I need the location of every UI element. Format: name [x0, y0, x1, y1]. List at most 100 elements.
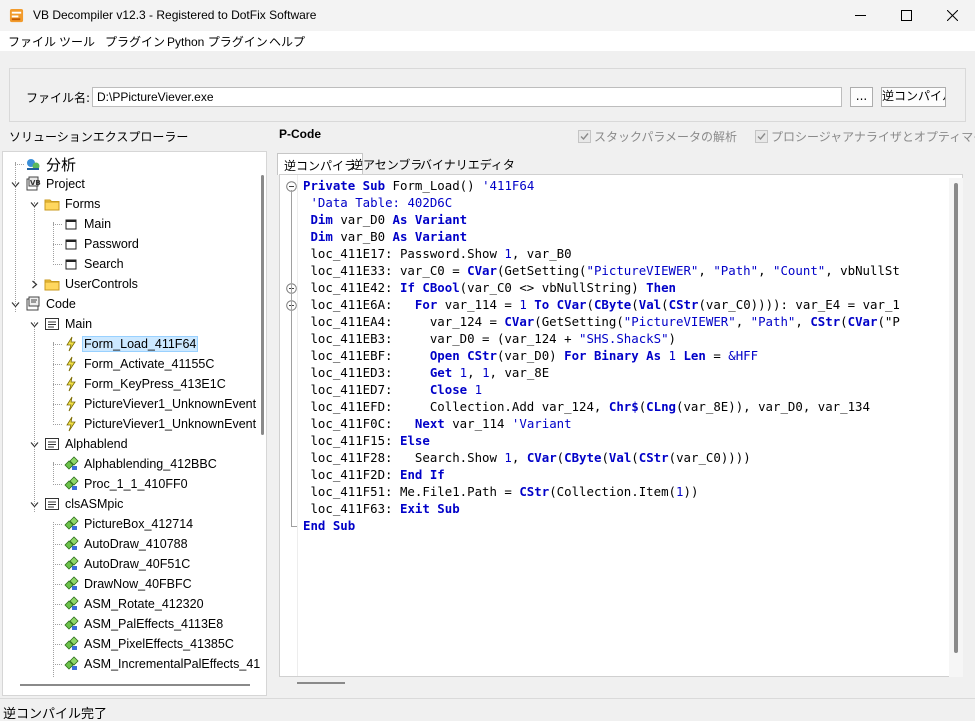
code-token: var_114 =	[444, 297, 520, 312]
tree-item[interactable]: Form_Activate_41155C	[63, 354, 216, 374]
tree-item[interactable]: Main	[63, 214, 113, 234]
tree-item[interactable]: PictureBox_412714	[63, 514, 195, 534]
proc-analyzer-label: プロシージャアナライザとオプティマイザ	[771, 130, 975, 144]
event-icon	[66, 396, 76, 412]
fold-guide-line	[291, 526, 297, 527]
decompile-button[interactable]: 逆コンパイル	[881, 87, 946, 107]
code-token: 1	[474, 382, 483, 397]
tree-item[interactable]: Alphablend	[44, 434, 130, 454]
code-token: ,	[511, 450, 527, 465]
stack-params-checkbox[interactable]: スタックパラメータの解析	[578, 128, 737, 145]
code-token: (	[661, 297, 669, 312]
tree-item[interactable]: PictureViever1_UnknownEvent	[63, 414, 258, 434]
tree-item[interactable]: Password	[63, 234, 141, 254]
tree-item-label: Project	[46, 177, 85, 191]
code-token: =	[713, 348, 729, 363]
code-token: Close	[429, 382, 475, 397]
proc-analyzer-checkbox[interactable]: プロシージャアナライザとオプティマイザ	[755, 128, 975, 145]
tree-item[interactable]: Forms	[44, 194, 102, 214]
module-icon	[45, 438, 59, 450]
pcode-label: P-Code	[279, 127, 321, 141]
tree-item[interactable]: AutoDraw_410788	[63, 534, 190, 554]
code-token: &HFF	[728, 348, 759, 363]
tree-item[interactable]: PictureViever1_UnknownEvent	[63, 394, 258, 414]
close-button[interactable]	[929, 0, 975, 31]
solution-tree[interactable]: 分析 VB Project Forms Main Password Search UserCo…	[2, 151, 267, 696]
tree-item[interactable]: Main	[44, 314, 94, 334]
menu-help[interactable]: ヘルプ	[269, 33, 305, 50]
code-token: '411F64	[482, 178, 535, 193]
code-vertical-scrollbar[interactable]	[949, 178, 963, 677]
code-token: CStr	[668, 297, 699, 312]
code-line: loc_411F28: Search.Show 1, CVar(CByte(Va…	[303, 450, 750, 467]
tree-item[interactable]: 分析	[25, 154, 78, 174]
code-token: loc_411E42:	[303, 280, 400, 295]
tree-item[interactable]: Code	[25, 294, 78, 314]
code-token: loc_411E33: var_C0 =	[303, 263, 468, 278]
tree-item[interactable]: Form_Load_411F64	[63, 334, 199, 354]
tree-item[interactable]: ASM_PixelEffects_41385C	[63, 634, 236, 654]
tree-item[interactable]: ASM_PalEffects_4113E8	[63, 614, 225, 634]
code-token: ,	[698, 263, 714, 278]
tree-item[interactable]: Form_KeyPress_413E1C	[63, 374, 228, 394]
tree-guide-line	[53, 344, 62, 345]
code-line: loc_411ED3: Get 1, 1, var_8E	[303, 365, 549, 382]
tree-item-label: Form_KeyPress_413E1C	[84, 377, 226, 391]
code-editor[interactable]: Private Sub Form_Load() '411F64 'Data Ta…	[279, 174, 963, 677]
code-token: 1	[504, 246, 512, 261]
code-token: , var_8E	[489, 365, 550, 380]
tree-item[interactable]: Search	[63, 254, 126, 274]
tree-item[interactable]: ASM_Rotate_412320	[63, 594, 206, 614]
code-token: Dim	[310, 212, 341, 227]
menu-file[interactable]: ファイル	[8, 33, 56, 50]
tree-vertical-scrollbar[interactable]	[261, 175, 264, 435]
code-token: (	[586, 297, 594, 312]
tree-item[interactable]: DrawNow_40FBFC	[63, 574, 194, 594]
tree-horizontal-scrollbar[interactable]	[20, 684, 250, 686]
code-token: Form_Load()	[392, 178, 483, 193]
code-token: If CBool	[399, 280, 460, 295]
code-line: loc_411E42: If CBool(var_C0 <> vbNullStr…	[303, 280, 676, 297]
module-icon	[45, 318, 59, 330]
minimize-icon	[854, 15, 866, 16]
tree-guide-line	[34, 322, 35, 512]
code-token: "Count"	[773, 263, 826, 278]
browse-button[interactable]: ...	[850, 87, 873, 107]
code-token: Dim	[310, 229, 341, 244]
svg-text:VB: VB	[30, 179, 41, 187]
tree-item-label: AutoDraw_410788	[84, 537, 188, 551]
code-token: , vbNullSt	[825, 263, 900, 278]
tree-item[interactable]: VB Project	[25, 174, 87, 194]
tree-item[interactable]: Proc_1_1_410FF0	[63, 474, 190, 494]
code-token: (Collection.Item(	[549, 484, 677, 499]
code-token: Else	[399, 433, 430, 448]
tree-item[interactable]: AutoDraw_40F51C	[63, 554, 192, 574]
tree-item[interactable]: UserControls	[44, 274, 140, 294]
tree-guide-line	[53, 624, 62, 625]
minimize-button[interactable]	[837, 0, 883, 31]
menu-python-plugins[interactable]: Python プラグイン	[167, 33, 268, 50]
tree-item[interactable]: clsASMpic	[44, 494, 125, 514]
code-token: 1	[668, 348, 684, 363]
code-horizontal-scrollbar[interactable]	[297, 682, 345, 684]
code-gutter	[280, 175, 298, 676]
code-line: Dim var_D0 As Variant	[303, 212, 467, 229]
tree-item[interactable]: ASM_IncrementalPalEffects_41	[63, 654, 262, 674]
tab-binary-editor[interactable]: バイナリエディタ	[414, 153, 521, 174]
code-token: ,	[795, 314, 811, 329]
code-token: "Path"	[750, 314, 796, 329]
maximize-button[interactable]	[883, 0, 929, 31]
analysis-icon	[27, 159, 40, 170]
code-line: loc_411E6A: For var_114 = 1 To CVar(CByt…	[303, 297, 899, 314]
menu-tools[interactable]: ツール	[59, 33, 95, 50]
proc-icon	[64, 596, 79, 610]
tree-item[interactable]: Alphablending_412BBC	[63, 454, 219, 474]
file-path-input[interactable]: D:\PPictureViever.exe	[92, 87, 842, 107]
tree-guide-line	[53, 484, 62, 485]
tree-guide-line	[53, 544, 62, 545]
menu-plugins[interactable]: プラグイン	[105, 33, 165, 50]
proc-icon	[64, 656, 79, 670]
proc-icon	[64, 476, 79, 490]
scroll-thumb[interactable]	[954, 183, 958, 653]
code-token: (GetSetting(	[496, 263, 587, 278]
